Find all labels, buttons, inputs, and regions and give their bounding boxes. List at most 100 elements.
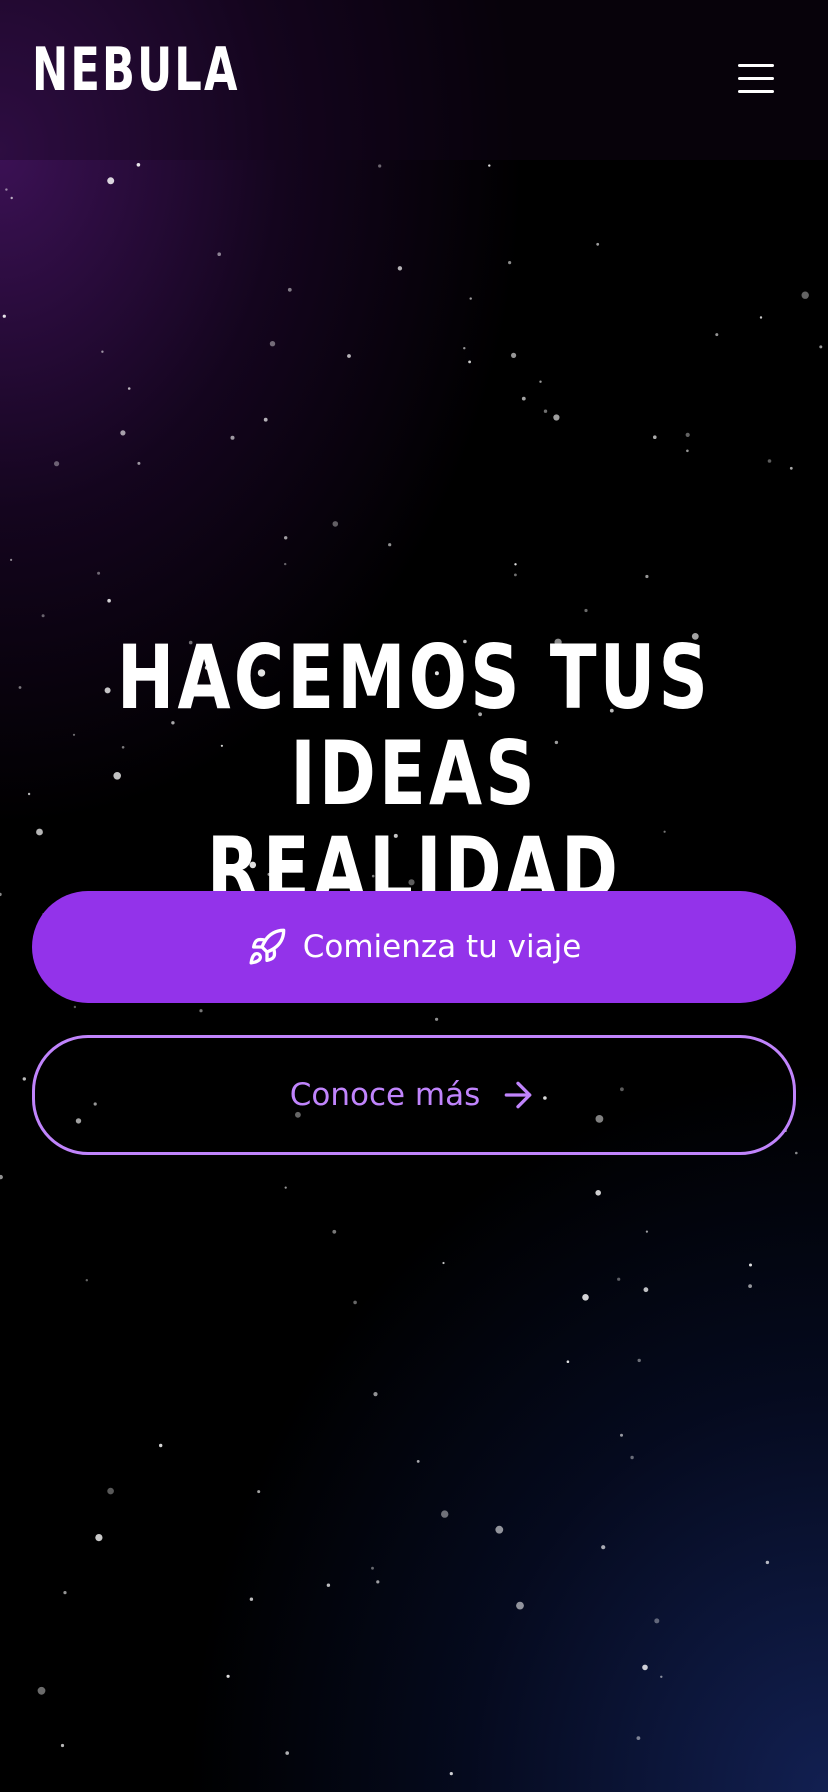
start-journey-button[interactable]: Comienza tu viaje [32, 891, 796, 1003]
star [18, 686, 22, 689]
star [136, 163, 141, 167]
star [416, 1460, 420, 1463]
menu-bar-top [738, 64, 774, 67]
star [582, 1294, 589, 1301]
star [514, 563, 517, 566]
logo[interactable]: NEBULA [32, 34, 240, 106]
star [120, 430, 126, 436]
star [468, 360, 471, 364]
star [230, 435, 235, 440]
star [715, 333, 719, 337]
star [584, 608, 588, 613]
hero-title-line-1: HACEMOS TUS IDEAS [116, 626, 712, 825]
learn-more-button[interactable]: Conoce más [32, 1035, 796, 1155]
star [617, 1277, 621, 1281]
star [159, 1443, 163, 1448]
star [60, 1743, 65, 1748]
star [226, 1674, 230, 1678]
star [645, 574, 649, 579]
menu-bar-bottom [738, 90, 774, 93]
star [645, 1230, 649, 1233]
star [249, 1597, 254, 1601]
star [749, 1263, 752, 1267]
star [765, 1560, 770, 1565]
star [442, 1261, 445, 1265]
hamburger-menu-icon[interactable] [730, 58, 782, 98]
star [508, 261, 512, 265]
star [5, 188, 8, 191]
rocket-icon [247, 927, 287, 967]
star [748, 1284, 752, 1288]
star [376, 1580, 380, 1584]
star [469, 297, 472, 300]
star [257, 1490, 261, 1494]
star [107, 177, 115, 185]
star [347, 354, 351, 358]
star [101, 350, 104, 353]
star [630, 1455, 634, 1460]
star [397, 266, 403, 271]
star [378, 164, 382, 168]
star [37, 1686, 46, 1695]
star [463, 347, 466, 350]
star [449, 1772, 453, 1776]
star [22, 1077, 26, 1081]
star [72, 733, 76, 736]
star [2, 314, 6, 318]
star [373, 1392, 378, 1397]
star [353, 1300, 357, 1305]
star [539, 380, 542, 383]
star [488, 164, 491, 167]
star [10, 558, 13, 562]
star [36, 828, 43, 836]
star [686, 449, 689, 453]
star [595, 1190, 601, 1196]
star [10, 196, 13, 200]
star [637, 1358, 641, 1363]
star [107, 598, 111, 603]
star [636, 1736, 641, 1740]
star [287, 287, 292, 292]
star [326, 1583, 331, 1587]
star [263, 417, 268, 422]
star [601, 1545, 606, 1550]
star [371, 1566, 374, 1570]
star [516, 1601, 524, 1610]
star [127, 387, 131, 390]
star [217, 252, 221, 256]
star [284, 536, 288, 540]
star [566, 1360, 570, 1363]
star [510, 352, 517, 358]
star [514, 573, 517, 577]
learn-more-label: Conoce más [289, 1077, 481, 1113]
star [789, 466, 793, 470]
star [85, 1279, 89, 1282]
star [269, 341, 276, 347]
star [63, 1591, 67, 1595]
star [27, 792, 31, 796]
star [596, 242, 600, 246]
star [521, 396, 526, 401]
star [642, 1664, 648, 1671]
star [643, 1287, 649, 1293]
star [685, 432, 690, 437]
star [801, 291, 809, 299]
star [660, 1675, 663, 1679]
start-journey-label: Comienza tu viaje [302, 929, 582, 965]
star [759, 316, 763, 319]
star [284, 1186, 287, 1189]
star [543, 409, 548, 413]
arrow-right-icon [498, 1075, 538, 1115]
star [388, 543, 392, 547]
star [553, 414, 560, 421]
star [441, 1510, 449, 1518]
star [767, 459, 772, 463]
star [54, 461, 60, 467]
star [137, 461, 141, 465]
star [819, 345, 823, 349]
star [0, 892, 2, 897]
star [0, 1174, 3, 1180]
star [495, 1525, 504, 1534]
star [654, 1618, 660, 1624]
star [795, 1151, 798, 1155]
